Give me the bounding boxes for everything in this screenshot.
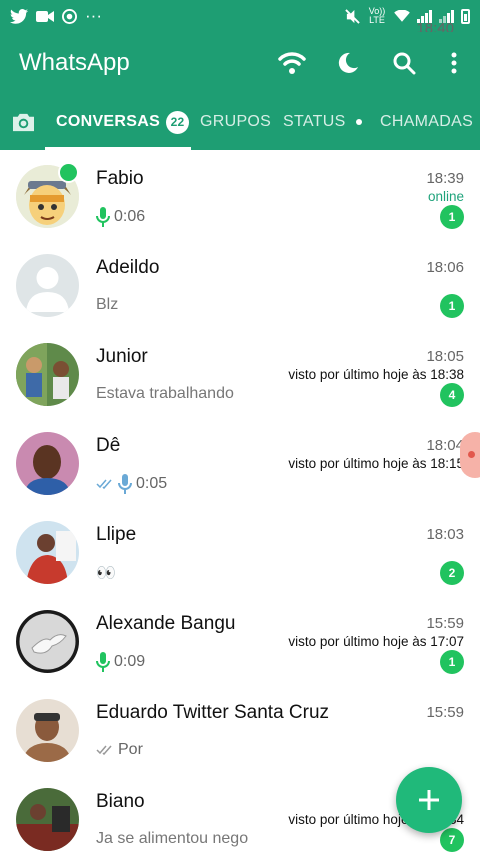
chat-status: visto por último hoje às 17:07: [288, 634, 464, 649]
unread-badge: 2: [440, 561, 464, 585]
chat-status: online: [427, 189, 464, 204]
avatar: [16, 610, 79, 673]
double-check-icon: [96, 479, 112, 490]
overflow-menu-button[interactable]: [432, 35, 476, 91]
chat-preview: 0:06: [96, 207, 145, 227]
chat-row-fabio[interactable]: Fabio 18:39 online 0:06 1: [0, 150, 480, 239]
wifi-status-icon: [394, 9, 410, 22]
chat-time: 18:03: [426, 526, 464, 543]
camera-icon: [13, 113, 34, 131]
chat-preview: Ja se alimentou nego: [96, 830, 248, 848]
wifi-icon: [278, 52, 306, 74]
chat-name: Fabio: [96, 168, 144, 189]
status-bar: 18:40 ··· Vo)) LTE: [0, 0, 480, 37]
chat-preview-text: 👀: [96, 565, 116, 582]
chat-preview-text: Blz: [96, 296, 119, 313]
new-chat-button[interactable]: [396, 767, 462, 833]
chat-time: 18:39: [426, 170, 464, 187]
chat-preview-text: Por: [118, 741, 143, 758]
chat-name: Junior: [96, 346, 148, 367]
more-notifications-icon: ···: [85, 6, 102, 25]
chat-preview-text: 0:09: [114, 653, 146, 670]
tab-conversas-label: CONVERSAS: [56, 113, 161, 130]
tab-grupos[interactable]: GRUPOS: [200, 94, 271, 150]
status-new-dot: [355, 119, 362, 125]
more-vert-icon: [451, 52, 457, 74]
chat-row-alexande-bangu[interactable]: Alexande Bangu 15:59 visto por último ho…: [0, 595, 480, 684]
chat-preview: 0:09: [96, 652, 145, 672]
chat-name: Eduardo Twitter Santa Cruz: [96, 702, 330, 723]
notification-icons: ···: [10, 6, 102, 26]
chat-name: Dê: [96, 435, 121, 456]
unread-badge: 1: [440, 650, 464, 674]
tab-conversas[interactable]: CONVERSAS 22: [56, 94, 190, 150]
avatar: [16, 432, 79, 495]
tab-status-label: STATUS: [283, 113, 346, 130]
chat-row-eduardo[interactable]: Eduardo Twitter Santa Cruz 15:59 Por: [0, 684, 480, 773]
avatar: [16, 788, 79, 851]
chat-time: 18:06: [426, 259, 464, 276]
search-button[interactable]: [376, 35, 432, 91]
avatar: [16, 343, 79, 406]
chat-preview-text: 0:06: [114, 208, 146, 225]
mic-icon: [118, 474, 132, 494]
chat-time: 18:04: [426, 437, 464, 454]
chat-preview-text: Estava trabalhando: [96, 385, 234, 402]
mic-icon: [96, 652, 110, 672]
chat-preview: Blz: [96, 296, 118, 314]
chat-list: Fabio 18:39 online 0:06 1 Adeildo 18:06 …: [0, 150, 480, 854]
online-indicator: [58, 162, 79, 183]
app-title: WhatsApp: [19, 49, 130, 76]
dark-mode-button[interactable]: [320, 35, 376, 91]
moon-icon: [338, 52, 358, 73]
chat-time: 15:59: [426, 704, 464, 721]
app-notification-icon: [62, 8, 77, 24]
wifi-button[interactable]: [264, 35, 320, 91]
avatar: [16, 699, 79, 762]
tab-chamadas-label: CHAMADAS: [380, 113, 474, 130]
tab-bar: CONVERSAS 22 GRUPOS STATUS CHAMADAS: [0, 94, 480, 150]
chat-preview-text: 0:05: [136, 475, 168, 492]
tab-grupos-label: GRUPOS: [200, 113, 272, 130]
unread-badge: 7: [440, 828, 464, 852]
tab-camera[interactable]: [11, 94, 36, 150]
default-avatar-icon: [16, 254, 79, 317]
unread-badge: 1: [440, 294, 464, 318]
chat-name: Llipe: [96, 524, 137, 545]
chat-status: visto por último hoje às 18:15: [288, 456, 464, 471]
tab-status[interactable]: STATUS: [283, 94, 362, 150]
chat-row-llipe[interactable]: Llipe 18:03 👀 2: [0, 506, 480, 595]
twitter-icon: [10, 8, 28, 24]
chat-preview: Estava trabalhando: [96, 385, 234, 403]
unread-badge: 1: [440, 205, 464, 229]
chat-status: visto por último hoje às 18:38: [288, 367, 464, 382]
mute-icon: [345, 8, 360, 24]
chat-row-junior[interactable]: Junior 18:05 visto por último hoje às 18…: [0, 328, 480, 417]
unread-badge: 4: [440, 383, 464, 407]
network-label: Vo)) LTE: [368, 6, 386, 25]
chat-time: 18:05: [426, 348, 464, 365]
tab-chamadas[interactable]: CHAMADAS: [380, 94, 473, 150]
chat-name: Biano: [96, 791, 145, 812]
battery-icon: [461, 8, 470, 24]
floating-edge-handle[interactable]: [460, 432, 480, 478]
plus-icon: [419, 790, 439, 810]
chat-name: Adeildo: [96, 257, 160, 278]
video-icon: [36, 10, 54, 22]
chat-preview: Por: [96, 741, 143, 759]
search-icon: [393, 52, 416, 75]
chat-preview: 0:05: [96, 474, 167, 494]
chat-time: 15:59: [426, 615, 464, 632]
avatar: [16, 521, 79, 584]
chat-preview: 👀: [96, 563, 116, 583]
app-bar: WhatsApp: [0, 32, 480, 94]
chat-row-de[interactable]: Dê 18:04 visto por último hoje às 18:15 …: [0, 417, 480, 506]
chat-row-adeildo[interactable]: Adeildo 18:06 Blz 1: [0, 239, 480, 328]
tab-conversas-badge: 22: [166, 110, 190, 134]
mic-icon: [96, 207, 110, 227]
chat-preview-text: Ja se alimentou nego: [96, 830, 249, 847]
chat-name: Alexande Bangu: [96, 613, 236, 634]
double-check-icon: [96, 745, 112, 756]
